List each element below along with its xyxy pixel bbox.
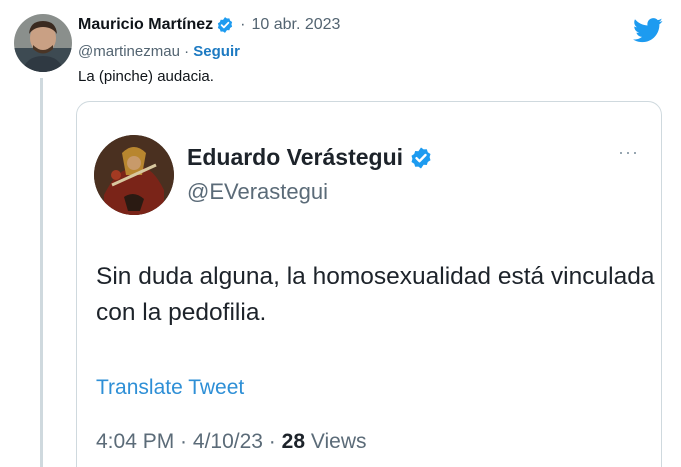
quoted-tweet-date: 4/10/23 — [192, 430, 263, 453]
more-options-icon: ··· — [618, 142, 639, 162]
follow-button[interactable]: Seguir — [193, 43, 240, 60]
meta-separator-2: · — [262, 430, 282, 453]
tweet-embed: Mauricio Martínez · 10 abr. 2023 @martin… — [0, 0, 681, 467]
verified-badge-icon — [409, 146, 433, 170]
meta-separator: · — [174, 430, 193, 453]
author-name[interactable]: Mauricio Martínez — [78, 16, 213, 34]
thread-line — [40, 78, 43, 467]
verified-badge-icon — [216, 16, 234, 34]
author-handle[interactable]: @martinezmau — [78, 43, 180, 60]
quoted-author-avatar — [94, 135, 174, 215]
author-avatar[interactable] — [14, 14, 72, 72]
quoted-tweet-screenshot: Eduardo Verástegui @EVerastegui ··· Sin … — [77, 102, 661, 467]
tweet-text: La (pinche) audacia. — [78, 68, 214, 85]
tweet-date[interactable]: 10 abr. 2023 — [251, 16, 340, 34]
quoted-tweet-time: 4:04 PM — [96, 430, 175, 453]
quoted-author-row: Eduardo Verástegui — [187, 144, 433, 171]
translate-tweet-link: Translate Tweet — [96, 376, 245, 399]
twitter-bird-icon[interactable] — [633, 18, 663, 43]
handle-row: @martinezmau · Seguir — [78, 43, 240, 60]
author-row: Mauricio Martínez · 10 abr. 2023 — [78, 16, 340, 34]
views-count: 28 — [281, 430, 305, 453]
quoted-author-handle: @EVerastegui — [187, 179, 328, 204]
quoted-tweet-card[interactable]: Eduardo Verástegui @EVerastegui ··· Sin … — [76, 101, 662, 467]
quoted-tweet-meta: 4:04 PM · 4/10/23 · 28 Views — [96, 430, 366, 454]
handle-separator: · — [179, 43, 194, 60]
quoted-author-name: Eduardo Verástegui — [187, 144, 404, 170]
views-label: Views — [310, 430, 367, 453]
separator-dot: · — [240, 16, 246, 33]
quoted-tweet-text: Sin duda alguna, la homosexualidad está … — [96, 263, 655, 326]
